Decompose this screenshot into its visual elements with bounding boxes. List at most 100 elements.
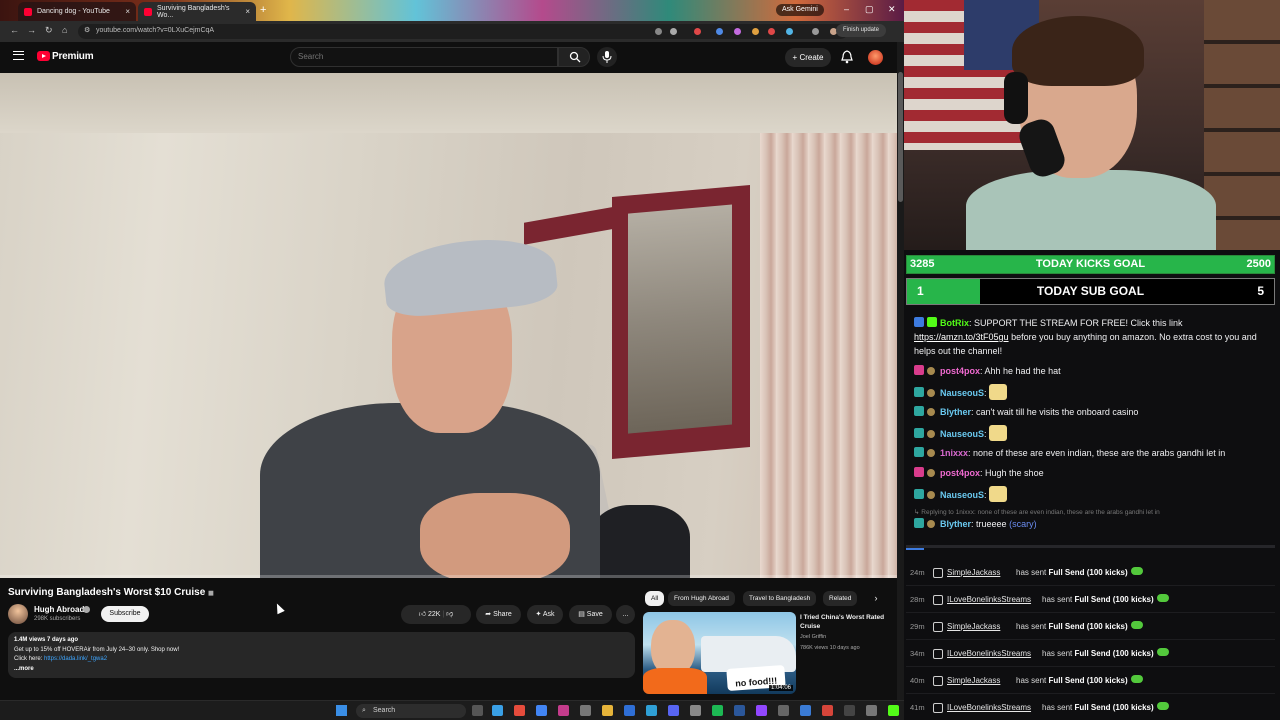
related-video-channel[interactable]: Joel Griffin bbox=[800, 634, 826, 640]
chat-username[interactable]: NauseouS bbox=[940, 388, 984, 398]
tab-surviving-bangladesh[interactable]: Surviving Bangladesh's Wo... × bbox=[138, 2, 256, 21]
address-bar[interactable]: ⚙ youtube.com/watch?v=0LXuCejmCqA bbox=[78, 24, 848, 39]
extensions-puzzle-icon[interactable] bbox=[812, 28, 819, 35]
tab-dancing-dog[interactable]: Dancing dog - YouTube × bbox=[18, 2, 136, 21]
discord-icon[interactable] bbox=[668, 705, 679, 716]
app-icon[interactable] bbox=[514, 705, 525, 716]
chat-username[interactable]: 1nixxx bbox=[940, 448, 968, 458]
chat-username[interactable]: BotRix bbox=[940, 318, 969, 328]
extension-icon[interactable] bbox=[694, 28, 701, 35]
extension-icon[interactable] bbox=[734, 28, 741, 35]
chat-username[interactable]: Blyther bbox=[940, 407, 971, 417]
channel-avatar[interactable] bbox=[8, 604, 28, 624]
app-icon[interactable] bbox=[844, 705, 855, 716]
related-video-thumbnail[interactable]: no food!!! 1:04:06 bbox=[643, 612, 796, 694]
kick-icon[interactable] bbox=[888, 705, 899, 716]
app-icon[interactable] bbox=[734, 705, 745, 716]
extension-icon[interactable] bbox=[716, 28, 723, 35]
url-text[interactable]: youtube.com/watch?v=0LXuCejmCqA bbox=[96, 27, 214, 34]
dislike-button[interactable]: 👎︎ bbox=[446, 611, 453, 618]
new-tab-button[interactable]: + bbox=[260, 4, 266, 16]
channel-name[interactable]: Hugh Abroad bbox=[34, 605, 84, 614]
app-icon[interactable] bbox=[690, 705, 701, 716]
bookmark-star-icon[interactable] bbox=[670, 28, 677, 35]
close-tab-icon[interactable]: × bbox=[245, 7, 250, 16]
like-button[interactable]: 👍︎ 22K bbox=[419, 611, 441, 618]
search-box[interactable] bbox=[290, 47, 558, 67]
chat-username[interactable]: NauseouS bbox=[940, 490, 984, 500]
create-button[interactable]: + Create bbox=[785, 48, 831, 67]
app-icon[interactable] bbox=[580, 705, 591, 716]
forward-icon[interactable]: → bbox=[27, 25, 36, 35]
extension-icon[interactable] bbox=[786, 28, 793, 35]
app-icon[interactable] bbox=[558, 705, 569, 716]
reload-icon[interactable]: ↻ bbox=[45, 25, 53, 36]
chips-next-arrow-icon[interactable]: › bbox=[869, 591, 883, 606]
close-window-icon[interactable]: ✕ bbox=[888, 4, 896, 15]
windows-start-icon[interactable] bbox=[336, 705, 347, 716]
scrollbar-thumb[interactable] bbox=[898, 72, 903, 202]
app-icon[interactable] bbox=[646, 705, 657, 716]
chrome-icon[interactable] bbox=[536, 705, 547, 716]
event-username[interactable]: SimpleJackass bbox=[947, 562, 1000, 584]
ask-gemini-button[interactable]: Ask Gemini bbox=[776, 4, 824, 16]
chip-all[interactable]: All bbox=[645, 591, 665, 606]
chat-username[interactable]: Blyther bbox=[940, 519, 971, 529]
site-info-icon[interactable]: ⚙ bbox=[84, 26, 90, 34]
app-icon[interactable] bbox=[624, 705, 635, 716]
spotify-icon[interactable] bbox=[712, 705, 723, 716]
page-scrollbar[interactable] bbox=[897, 42, 904, 700]
gift-icon bbox=[1156, 702, 1169, 710]
cast-icon[interactable] bbox=[655, 28, 662, 35]
close-tab-icon[interactable]: × bbox=[125, 7, 130, 16]
video-player[interactable] bbox=[0, 73, 897, 578]
search-input[interactable] bbox=[298, 52, 538, 61]
event-username[interactable]: ILoveBonelinksStreams bbox=[947, 589, 1031, 611]
extension-icon[interactable] bbox=[752, 28, 759, 35]
app-icon[interactable] bbox=[778, 705, 789, 716]
chat-username[interactable]: post4pox bbox=[940, 366, 980, 376]
more-actions-button[interactable]: ... bbox=[616, 605, 635, 624]
related-video-title[interactable]: I Tried China's Worst Rated Cruise bbox=[800, 613, 892, 631]
event-username[interactable]: SimpleJackass bbox=[947, 670, 1000, 692]
gifter-badge-icon bbox=[927, 469, 935, 477]
voice-search-button[interactable] bbox=[597, 47, 617, 67]
chip-related[interactable]: Related bbox=[823, 591, 858, 606]
chip-from-channel[interactable]: From Hugh Abroad bbox=[668, 591, 735, 606]
extension-icon[interactable] bbox=[768, 28, 775, 35]
task-view-icon[interactable] bbox=[472, 705, 483, 716]
subscribe-button[interactable]: Subscribe bbox=[101, 606, 149, 622]
event-username[interactable]: ILoveBonelinksStreams bbox=[947, 697, 1031, 719]
ask-button[interactable]: ✦ Ask bbox=[527, 605, 563, 624]
back-icon[interactable]: ← bbox=[10, 25, 19, 35]
description-box[interactable]: 1.4M views 7 days ago Get up to 15% off … bbox=[8, 632, 635, 678]
app-icon[interactable] bbox=[866, 705, 877, 716]
edge-icon[interactable] bbox=[492, 705, 503, 716]
app-icon[interactable] bbox=[800, 705, 811, 716]
chat-username[interactable]: NauseouS bbox=[940, 429, 984, 439]
menu-icon[interactable] bbox=[13, 51, 24, 60]
account-avatar[interactable] bbox=[868, 50, 883, 65]
share-button[interactable]: ➦ Share bbox=[476, 605, 521, 624]
maximize-icon[interactable]: ▢ bbox=[865, 4, 874, 15]
event-username[interactable]: SimpleJackass bbox=[947, 616, 1000, 638]
chat-username[interactable]: post4pox bbox=[940, 468, 980, 478]
youtube-premium-label[interactable]: Premium bbox=[52, 51, 94, 62]
app-icon[interactable] bbox=[756, 705, 767, 716]
youtube-logo-icon[interactable] bbox=[37, 51, 50, 61]
event-username[interactable]: ILoveBonelinksStreams bbox=[947, 643, 1031, 665]
description-link[interactable]: https://dada.link/_tgwa2 bbox=[44, 656, 107, 662]
taskbar-search[interactable]: ⌕ Search bbox=[356, 704, 466, 718]
minimize-icon[interactable]: – bbox=[844, 4, 849, 14]
save-button[interactable]: ▤ Save bbox=[569, 605, 612, 624]
file-explorer-icon[interactable] bbox=[602, 705, 613, 716]
search-button[interactable] bbox=[558, 47, 590, 67]
app-icon[interactable] bbox=[822, 705, 833, 716]
finish-update-button[interactable]: Finish update bbox=[835, 24, 886, 37]
chat-link[interactable]: https://amzn.to/3tF05gu bbox=[914, 332, 1009, 342]
notifications-bell-icon[interactable] bbox=[841, 50, 853, 64]
home-icon[interactable]: ⌂ bbox=[62, 25, 67, 35]
video-progress-bar[interactable] bbox=[0, 575, 897, 578]
show-more-link[interactable]: ...more bbox=[14, 666, 34, 672]
chip-travel-bangladesh[interactable]: Travel to Bangladesh bbox=[743, 591, 817, 606]
